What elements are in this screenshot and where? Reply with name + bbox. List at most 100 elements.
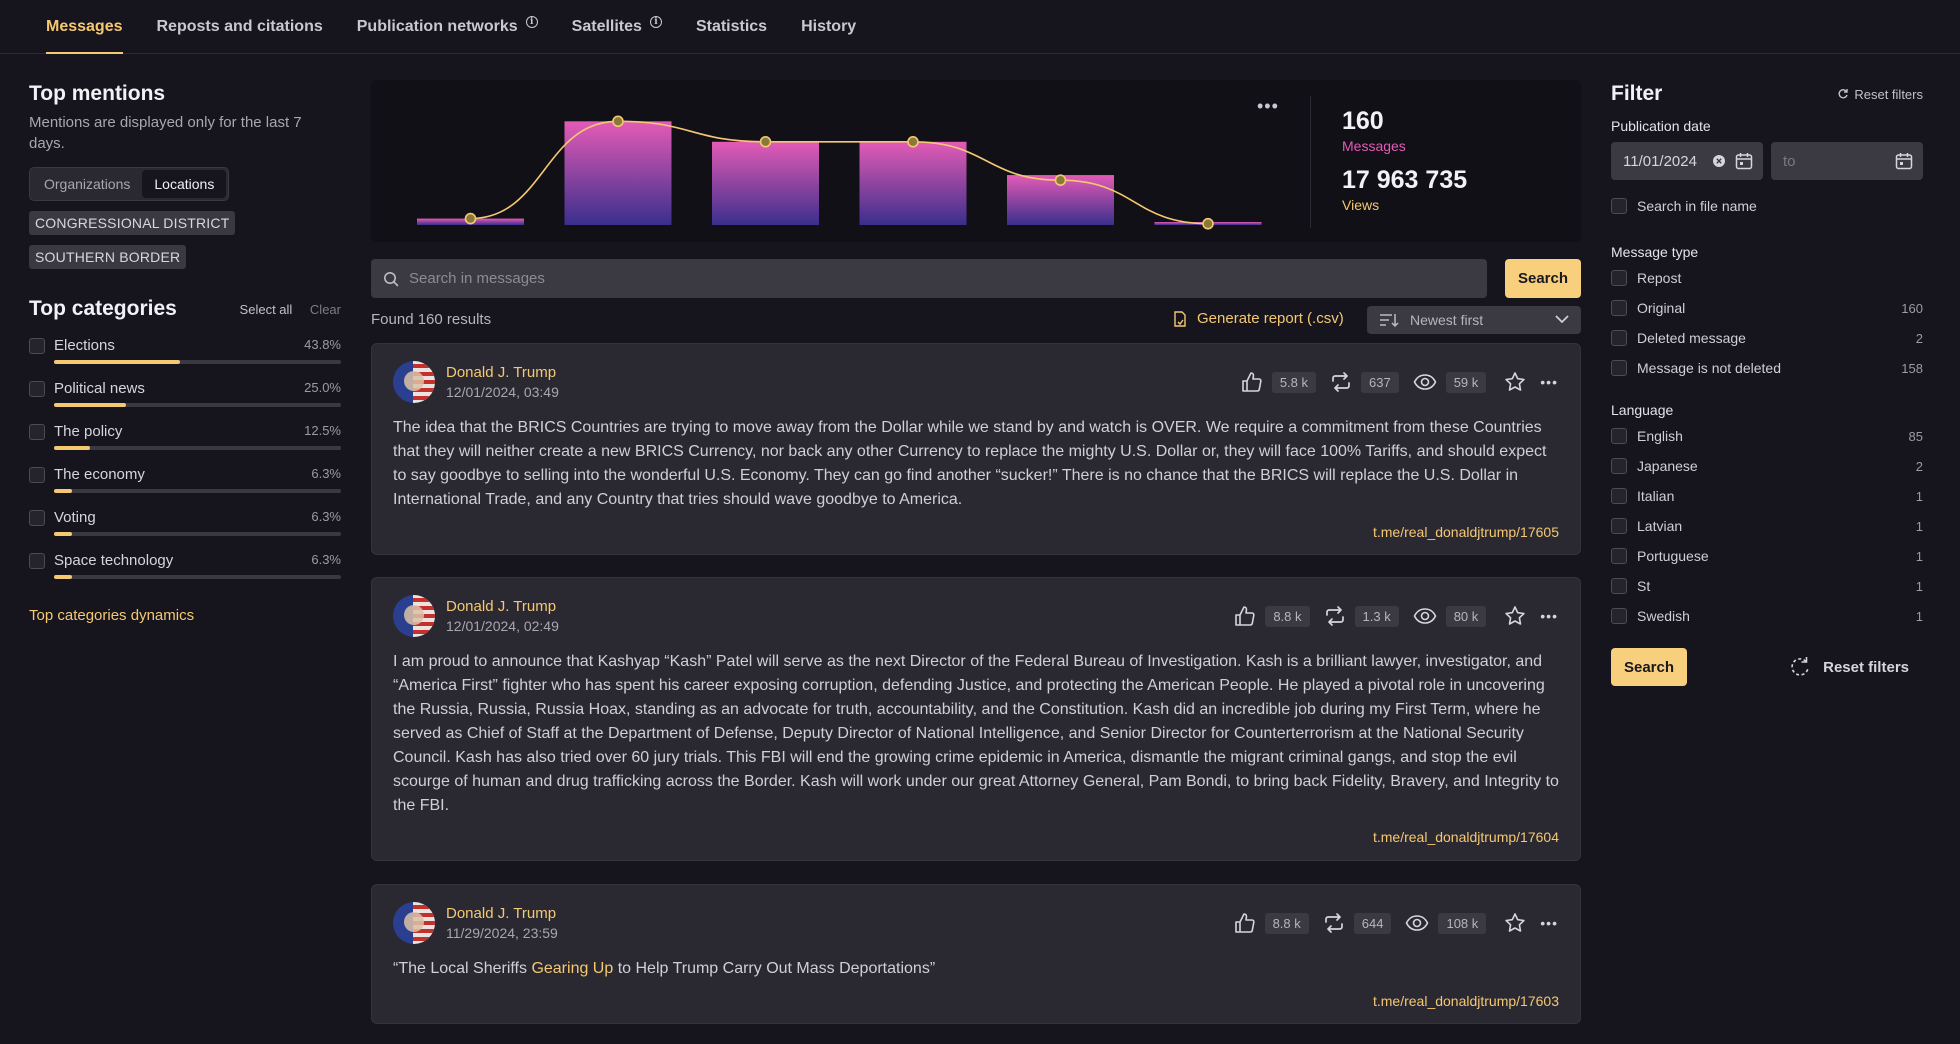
reset-filters-button[interactable]: Reset filters	[1789, 656, 1909, 678]
select-all-button[interactable]: Select all	[240, 302, 293, 317]
more-options-icon[interactable]: •••	[1540, 608, 1558, 624]
generate-report-button[interactable]: Generate report (.csv)	[1173, 310, 1344, 327]
checkbox[interactable]	[1611, 548, 1627, 564]
language-option[interactable]: Swedish 1	[1611, 608, 1923, 624]
chart-point[interactable]	[907, 135, 919, 148]
likes-metric[interactable]: 8.8 k	[1234, 605, 1310, 627]
calendar-icon[interactable]	[1735, 152, 1753, 170]
sort-select[interactable]: Newest first	[1367, 306, 1581, 334]
tab-satellites[interactable]: Satellites i	[555, 0, 679, 53]
search-input[interactable]	[409, 270, 1469, 287]
tab-messages[interactable]: Messages	[29, 0, 140, 54]
message-source-link[interactable]: t.me/real_donaldjtrump/17603	[1373, 993, 1559, 1009]
category-item[interactable]: Elections 43.8%	[29, 337, 341, 364]
message-source-link[interactable]: t.me/real_donaldjtrump/17605	[1373, 524, 1559, 540]
category-item[interactable]: Voting 6.3%	[29, 509, 341, 536]
checkbox[interactable]	[1611, 198, 1627, 214]
top-categories-dynamics-link[interactable]: Top categories dynamics	[29, 607, 341, 624]
category-checkbox[interactable]	[29, 338, 45, 354]
category-item[interactable]: The economy 6.3%	[29, 466, 341, 493]
chart-bar[interactable]	[859, 141, 967, 225]
segment-organizations[interactable]: Organizations	[32, 170, 142, 198]
chart-point[interactable]	[464, 212, 477, 225]
chart-point[interactable]	[1054, 174, 1067, 186]
message-type-option[interactable]: Deleted message 2	[1611, 330, 1923, 346]
checkbox[interactable]	[1611, 270, 1627, 286]
chart-point[interactable]	[759, 135, 772, 148]
checkbox[interactable]	[1611, 488, 1627, 504]
chart-bar[interactable]	[712, 141, 819, 225]
reposts-metric[interactable]: 637	[1330, 371, 1399, 393]
avatar[interactable]	[393, 902, 435, 944]
mention-chip[interactable]: SOUTHERN BORDER	[29, 245, 187, 269]
message-type-option[interactable]: Message is not deleted 158	[1611, 360, 1923, 376]
chart-divider	[1310, 96, 1311, 228]
category-checkbox[interactable]	[29, 510, 45, 526]
search-button[interactable]: Search	[1505, 259, 1581, 298]
favorite-button[interactable]	[1504, 605, 1526, 627]
views-metric[interactable]: 80 k	[1413, 605, 1487, 627]
checkbox[interactable]	[1611, 578, 1627, 594]
mention-chip[interactable]: CONGRESSIONAL DISTRICT	[29, 211, 236, 235]
author-name[interactable]: Donald J. Trump	[446, 598, 559, 615]
chart-point[interactable]	[612, 115, 624, 128]
checkbox[interactable]	[1611, 360, 1627, 376]
views-metric[interactable]: 108 k	[1405, 912, 1487, 934]
more-options-icon[interactable]: •••	[1540, 374, 1558, 390]
date-from-field[interactable]: 11/01/2024	[1611, 142, 1763, 180]
chart-more-icon[interactable]: •••	[1257, 96, 1279, 117]
info-icon[interactable]: i	[525, 15, 538, 28]
category-item[interactable]: The policy 12.5%	[29, 423, 341, 450]
tab-publication-networks[interactable]: Publication networks i	[340, 0, 555, 53]
chart-point[interactable]	[1202, 217, 1214, 230]
favorite-button[interactable]	[1504, 912, 1526, 934]
chart-bar[interactable]	[564, 121, 672, 225]
language-option[interactable]: Japanese 2	[1611, 458, 1923, 474]
language-option[interactable]: Portuguese 1	[1611, 548, 1923, 564]
category-item[interactable]: Political news 25.0%	[29, 380, 341, 407]
message-type-option[interactable]: Repost	[1611, 270, 1923, 286]
segment-locations[interactable]: Locations	[142, 170, 227, 198]
category-item[interactable]: Space technology 6.3%	[29, 552, 341, 579]
category-checkbox[interactable]	[29, 424, 45, 440]
checkbox[interactable]	[1611, 330, 1627, 346]
favorite-button[interactable]	[1504, 371, 1526, 393]
message-type-option[interactable]: Original 160	[1611, 300, 1923, 316]
reposts-metric[interactable]: 644	[1323, 912, 1392, 934]
category-bar-fill	[54, 532, 73, 536]
checkbox[interactable]	[1611, 518, 1627, 534]
calendar-icon[interactable]	[1895, 152, 1913, 170]
reposts-metric[interactable]: 1.3 k	[1324, 605, 1399, 627]
date-to-field[interactable]: to	[1771, 142, 1923, 180]
likes-metric[interactable]: 8.8 k	[1234, 912, 1309, 934]
checkbox[interactable]	[1611, 608, 1627, 624]
search-in-file-name-option[interactable]: Search in file name	[1611, 198, 1923, 214]
checkbox[interactable]	[1611, 428, 1627, 444]
category-checkbox[interactable]	[29, 553, 45, 569]
checkbox[interactable]	[1611, 458, 1627, 474]
checkbox[interactable]	[1611, 300, 1627, 316]
reset-filters-link[interactable]: Reset filters	[1837, 87, 1923, 102]
category-checkbox[interactable]	[29, 381, 45, 397]
tab-history[interactable]: History	[784, 0, 873, 53]
language-option[interactable]: Latvian 1	[1611, 518, 1923, 534]
filter-search-button[interactable]: Search	[1611, 648, 1687, 686]
clear-date-icon[interactable]	[1713, 155, 1725, 167]
tab-statistics[interactable]: Statistics	[679, 0, 784, 53]
category-bar-fill	[54, 489, 73, 493]
author-name[interactable]: Donald J. Trump	[446, 905, 558, 922]
message-source-link[interactable]: t.me/real_donaldjtrump/17604	[1373, 829, 1559, 845]
author-name[interactable]: Donald J. Trump	[446, 364, 559, 381]
clear-button[interactable]: Clear	[310, 302, 341, 317]
language-option[interactable]: English 85	[1611, 428, 1923, 444]
views-metric[interactable]: 59 k	[1413, 371, 1487, 393]
more-options-icon[interactable]: •••	[1540, 915, 1558, 931]
avatar[interactable]	[393, 595, 435, 637]
likes-metric[interactable]: 5.8 k	[1241, 371, 1316, 393]
language-option[interactable]: Italian 1	[1611, 488, 1923, 504]
tab-reposts-and-citations[interactable]: Reposts and citations	[140, 0, 340, 53]
category-checkbox[interactable]	[29, 467, 45, 483]
avatar[interactable]	[393, 361, 435, 403]
info-icon[interactable]: i	[649, 15, 662, 28]
language-option[interactable]: St 1	[1611, 578, 1923, 594]
